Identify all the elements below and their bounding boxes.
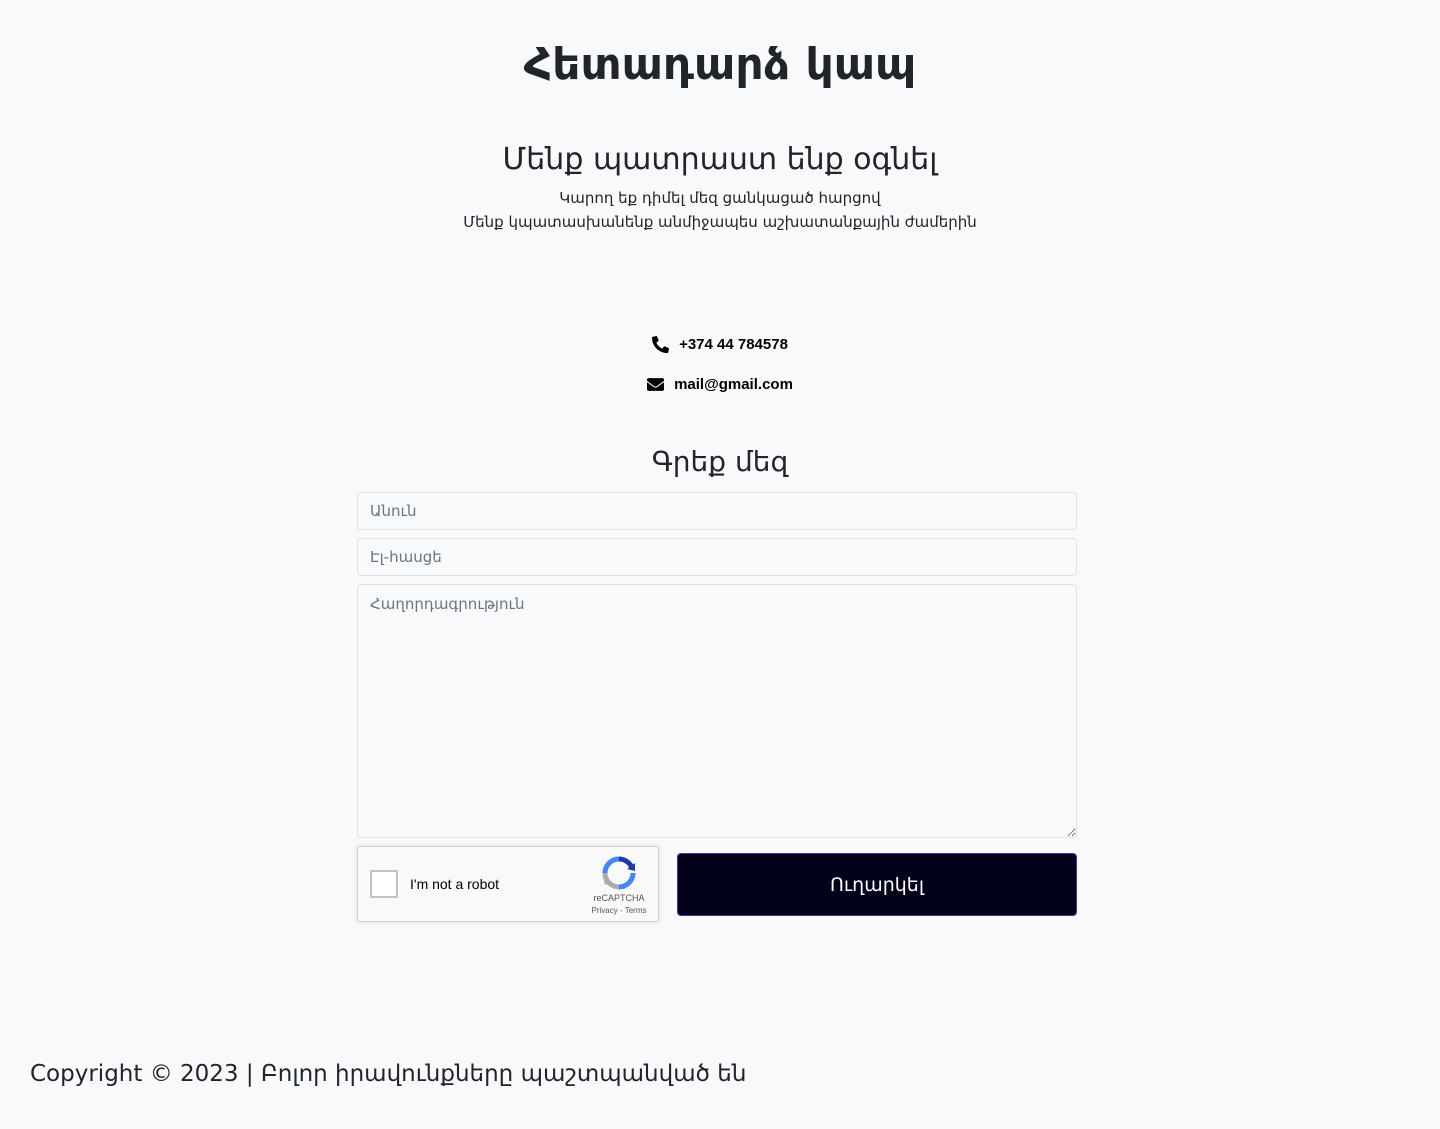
recaptcha-separator: - xyxy=(617,906,625,915)
form-title: Գրեք մեզ xyxy=(651,445,789,478)
recaptcha-widget: I'm not a robot reCAPTCHA Privacy - Term… xyxy=(357,846,659,922)
submit-button[interactable]: Ուղարկել xyxy=(677,853,1077,916)
name-input[interactable] xyxy=(357,492,1077,530)
email-address[interactable]: mail@gmail.com xyxy=(674,376,793,393)
recaptcha-links: Privacy - Terms xyxy=(584,906,654,915)
phone-number[interactable]: +374 44 784578 xyxy=(679,336,788,353)
recaptcha-checkbox[interactable] xyxy=(370,870,398,898)
message-textarea[interactable] xyxy=(357,584,1077,838)
email-input[interactable] xyxy=(357,538,1077,576)
recaptcha-brand: reCAPTCHA xyxy=(593,893,645,903)
recaptcha-label: I'm not a robot xyxy=(410,876,500,892)
phone-icon xyxy=(652,335,670,353)
contact-phone: +374 44 784578 xyxy=(0,333,1440,355)
recaptcha-terms-link[interactable]: Terms xyxy=(625,906,647,915)
page-title: Հետադարձ կապ xyxy=(523,39,917,90)
recaptcha-privacy-link[interactable]: Privacy xyxy=(592,906,618,915)
description-line-2: Մենք կպատասխանենք անմիջապես աշխատանքային… xyxy=(463,213,977,231)
envelope-icon xyxy=(647,376,665,393)
contact-email: mail@gmail.com xyxy=(0,373,1440,395)
section-subtitle: Մենք պատրաստ ենք օգնել xyxy=(502,142,938,177)
contact-page: Հետադարձ կապ Մենք պատրաստ ենք օգնել Կարո… xyxy=(0,0,1440,1129)
description-line-1: Կարող եք դիմել մեզ ցանկացած հարցով xyxy=(559,189,881,207)
footer-copyright: Copyright © 2023 | Բոլոր իրավունքները պա… xyxy=(30,1061,747,1087)
